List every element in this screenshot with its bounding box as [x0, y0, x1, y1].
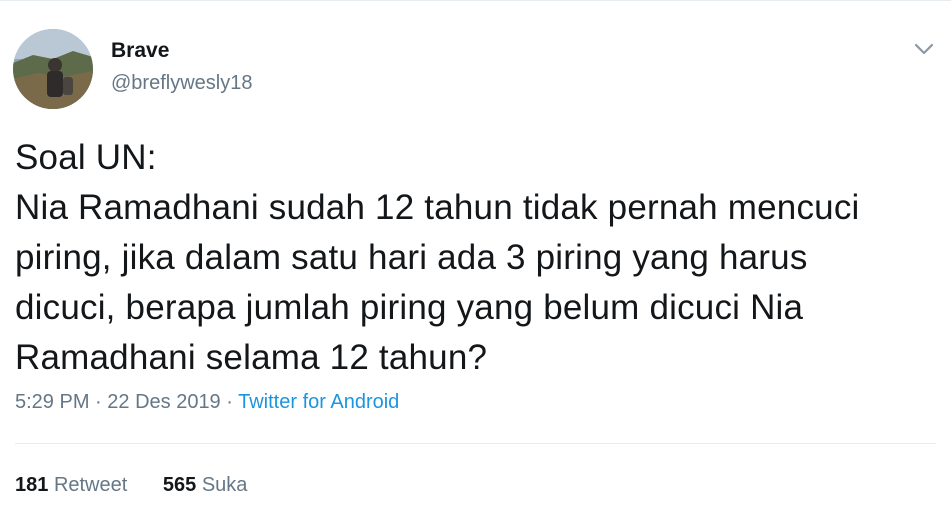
tweet-line: dicuci, berapa jumlah piring yang belum … — [15, 288, 804, 327]
tweet-card: Brave @breflywesly18 Soal UN: Nia Ramadh… — [0, 0, 951, 518]
profile-photo-icon — [13, 29, 93, 109]
chevron-down-icon[interactable] — [913, 41, 935, 57]
avatar[interactable] — [13, 29, 93, 109]
tweet-meta: 5:29 PM · 22 Des 2019 · Twitter for Andr… — [15, 391, 399, 414]
tweet-line: Nia Ramadhani sudah 12 tahun tidak perna… — [15, 188, 860, 227]
tweet-line: Soal UN: — [15, 138, 157, 177]
author-handle[interactable]: @breflywesly18 — [111, 72, 252, 95]
meta-separator: · — [220, 391, 239, 413]
author-display-name[interactable]: Brave — [111, 39, 169, 63]
tweet-date[interactable]: 22 Des 2019 — [107, 391, 220, 413]
tweet-source-link[interactable]: Twitter for Android — [238, 391, 399, 413]
like-stat[interactable]: 565 Suka — [163, 474, 248, 497]
retweet-label: Retweet — [53, 474, 128, 496]
tweet-line: Ramadhani selama 12 tahun? — [15, 338, 488, 377]
tweet-line: piring, jika dalam satu hari ada 3 pirin… — [15, 238, 808, 277]
tweet-time[interactable]: 5:29 PM — [15, 391, 89, 413]
retweet-stat[interactable]: 181 Retweet — [15, 474, 127, 497]
like-label: Suka — [201, 474, 248, 496]
tweet-text: Soal UN: Nia Ramadhani sudah 12 tahun ti… — [15, 133, 935, 383]
meta-separator: · — [89, 391, 108, 413]
like-count: 565 — [162, 474, 197, 496]
retweet-count: 181 — [15, 474, 49, 496]
tweet-stats: 181 Retweet 565 Suka — [15, 474, 247, 497]
divider — [15, 443, 936, 444]
